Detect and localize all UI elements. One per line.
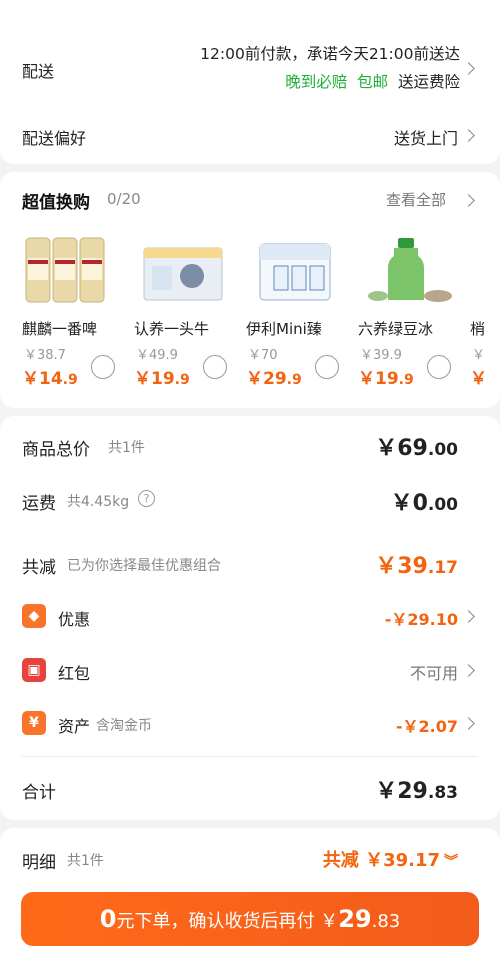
sale-price: ￥19.9 xyxy=(358,369,414,389)
original-price: ￥38.7 xyxy=(24,348,66,363)
total-reduction-label: 共减 xyxy=(22,558,56,578)
sale-price: ￥29.9 xyxy=(246,369,302,389)
discount-label: 优惠 xyxy=(58,610,91,629)
submit-order-button[interactable]: 0元下单，确认收货后再付 ￥29.83 xyxy=(21,892,479,946)
free-shipping-tag: 包邮 xyxy=(357,73,389,91)
product-name: 伊利Mini臻 xyxy=(246,320,322,338)
product-name: 认养一头牛 xyxy=(134,320,210,338)
addon-product[interactable]: 六养绿豆冰 ￥39.9 ￥19.9 xyxy=(358,230,470,390)
total-value: ￥29.83 xyxy=(375,779,458,804)
asset-note: 含淘金币 xyxy=(96,718,152,734)
addon-count: 0/20 xyxy=(107,190,141,208)
yili-box-icon xyxy=(259,243,331,301)
shipping-value: ￥0.00 xyxy=(390,491,458,516)
asset-value[interactable]: -￥2.07 xyxy=(396,713,458,737)
yen-asset-icon: ¥ xyxy=(22,711,46,735)
reduction-note: 已为你选择最佳优惠组合 xyxy=(67,558,221,574)
double-chevron-down-icon: ︾ xyxy=(444,854,458,870)
detail-count: 共1件 xyxy=(67,853,104,869)
help-icon[interactable]: ? xyxy=(138,490,155,507)
sale-price: ￥ xyxy=(470,369,487,389)
product-name: 麒麟一番啤 xyxy=(22,320,98,338)
detail-savings[interactable]: 共减 ￥39.17 ︾ xyxy=(323,846,458,872)
product-name: 梢 xyxy=(470,320,486,338)
sale-price: ￥19.9 xyxy=(134,369,190,389)
select-radio[interactable] xyxy=(91,355,115,379)
delivery-promise: 12:00前付款，承诺今天21:00前送达 xyxy=(200,45,460,63)
original-price: ￥ xyxy=(472,348,486,363)
coupon-tag-icon: ◆ xyxy=(22,604,46,628)
delivery-pref-value[interactable]: 送货上门 xyxy=(394,125,458,149)
red-packet-icon: ▣ xyxy=(22,658,46,682)
original-price: ￥49.9 xyxy=(136,348,178,363)
beer-cans-icon xyxy=(25,237,105,303)
red-packet-value[interactable]: 不可用 xyxy=(410,660,458,684)
addon-product[interactable]: 伊利Mini臻 ￥70 ￥29.9 xyxy=(246,230,358,390)
milk-box-icon xyxy=(143,247,223,301)
addon-product[interactable]: 麒麟一番啤 ￥38.7 ￥14.9 xyxy=(22,230,134,390)
asset-label: 资产 xyxy=(58,717,91,736)
view-all-link[interactable]: 查看全部 xyxy=(386,189,446,210)
total-label: 合计 xyxy=(22,783,56,803)
select-radio[interactable] xyxy=(203,355,227,379)
shipping-label: 运费 xyxy=(22,494,56,514)
detail-label[interactable]: 明细 xyxy=(22,848,56,873)
product-name: 六养绿豆冰 xyxy=(358,320,434,338)
original-price: ￥39.9 xyxy=(360,348,402,363)
divider xyxy=(22,756,478,757)
select-radio[interactable] xyxy=(427,355,451,379)
original-price: ￥70 xyxy=(248,348,278,363)
total-reduction-value: ￥39.17 xyxy=(375,554,458,579)
delivery-tags: 晚到必赔 包邮 送运费险 xyxy=(200,68,460,96)
addon-product-partial[interactable]: 梢 ￥ ￥ xyxy=(470,230,500,390)
delivery-pref-label: 配送偏好 xyxy=(22,129,87,148)
shipping-insurance-tag: 送运费险 xyxy=(397,73,460,91)
goods-total-label: 商品总价 xyxy=(22,440,90,460)
addon-product[interactable]: 认养一头牛 ￥49.9 ￥19.9 xyxy=(134,230,246,390)
delivery-label: 配送 xyxy=(22,62,55,81)
select-radio[interactable] xyxy=(315,355,339,379)
shipping-weight: 共4.45kg xyxy=(67,494,130,510)
green-bottle-icon xyxy=(368,238,452,302)
red-packet-label: 红包 xyxy=(58,664,91,683)
discount-value[interactable]: -￥29.10 xyxy=(385,606,458,630)
sale-price: ￥14.9 xyxy=(22,369,78,389)
goods-total-value: ￥69.00 xyxy=(375,436,458,461)
goods-count: 共1件 xyxy=(108,440,145,456)
delivery-info[interactable]: 12:00前付款，承诺今天21:00前送达 晚到必赔 包邮 送运费险 xyxy=(200,40,460,96)
late-compensation-tag: 晚到必赔 xyxy=(285,73,348,91)
addon-title: 超值换购 xyxy=(22,193,90,213)
